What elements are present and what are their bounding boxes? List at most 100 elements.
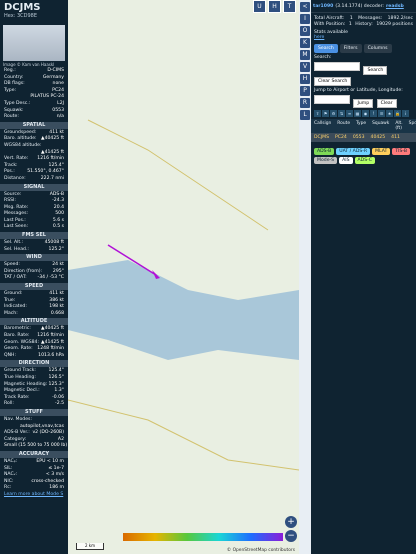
tab-search[interactable]: Search: [314, 44, 338, 53]
section-row-label: QNH:: [4, 352, 17, 358]
section-row: Barometric: ▲40425 ft: [0, 326, 68, 333]
side-button-8[interactable]: R: [300, 98, 310, 108]
field-row: Reg.: D-CIMS: [0, 68, 68, 75]
section-row: Geom. Rate: 1248 ft/min: [0, 346, 68, 353]
side-button-5[interactable]: V: [300, 62, 310, 72]
column-header[interactable]: Spd: [409, 121, 416, 131]
column-header[interactable]: Route: [337, 121, 350, 131]
section-header[interactable]: ALTITUDE: [0, 318, 68, 326]
side-button-3[interactable]: K: [300, 38, 310, 48]
section-row-label: NACₚ:: [4, 458, 18, 464]
map-canvas[interactable]: U H T + − 2 km © OpenStreetMap contribut…: [68, 0, 299, 554]
icon-toolbar: ⇪ ⚑ ⚙ ⇅ ≡ ▦ ◉! ☰ ★ 🔒 i: [311, 108, 416, 119]
section-header[interactable]: SPATIAL: [0, 121, 68, 129]
side-button-0[interactable]: <: [300, 2, 310, 12]
map-svg[interactable]: [68, 0, 299, 554]
section-row-value: v2 (DO-260B): [32, 430, 64, 436]
star-icon[interactable]: ★: [386, 110, 393, 117]
altitude-color-bar: [123, 533, 283, 541]
section-header[interactable]: FMS SEL: [0, 232, 68, 240]
source-legend: ADS-B UAT / ADS-R MLAT TIS-B Mode-S AIS ADS-C: [314, 148, 413, 164]
legend-item: Mode-S: [314, 157, 338, 164]
filter-icon[interactable]: ⚑: [322, 110, 329, 117]
column-header[interactable]: Type: [356, 121, 366, 131]
lock-icon[interactable]: 🔒: [394, 110, 401, 117]
side-button-1[interactable]: I: [300, 14, 310, 24]
search-button[interactable]: Search: [363, 66, 388, 75]
share-icon[interactable]: ⇪: [314, 110, 321, 117]
sort-icon[interactable]: ⇅: [338, 110, 345, 117]
section-row-label: Sel. Head.:: [4, 246, 29, 252]
mode-s-link[interactable]: Learn more about Mode S: [0, 492, 68, 499]
side-button-6[interactable]: H: [300, 74, 310, 84]
table-row[interactable]: DCJMS PC24 0553 40425 411: [311, 133, 416, 142]
section-row-label: Geom. Rate:: [4, 346, 33, 352]
section-header[interactable]: SIGNAL: [0, 183, 68, 191]
field-value: D-CIMS: [47, 68, 64, 73]
stat-value: 1: [349, 16, 353, 21]
section-row: QNH: 1013.6 hPa: [0, 353, 68, 360]
aircraft-photo[interactable]: [3, 25, 65, 61]
layers-icon[interactable]: ≡: [346, 110, 353, 117]
map-button-h[interactable]: H: [268, 0, 281, 13]
section-row-label: True Heading:: [4, 374, 36, 380]
field-row: Type Desc.: L2J: [0, 101, 68, 108]
section-row-value: ▲40425 ft: [41, 326, 64, 332]
section-row-label: Rc:: [4, 485, 12, 491]
field-value: none: [52, 81, 64, 87]
section-row-label: Ground Track:: [4, 368, 36, 374]
settings-icon[interactable]: ⚙: [330, 110, 337, 117]
clear-button[interactable]: Clear: [376, 99, 397, 108]
jump-button[interactable]: Jump: [353, 99, 374, 108]
info-icon[interactable]: i: [402, 110, 409, 117]
section-row-value: 222.7 nmi: [40, 175, 64, 181]
tab-columns[interactable]: Columns: [363, 44, 392, 53]
map-button-t[interactable]: T: [283, 0, 296, 13]
zoom-in-button[interactable]: +: [285, 516, 297, 528]
section-row-value: 1216 ft/min: [37, 156, 64, 162]
aircraft-hex: Hex: 3CD98E: [4, 13, 38, 19]
zoom-out-button[interactable]: −: [285, 530, 297, 542]
map-button-u[interactable]: U: [253, 0, 266, 13]
app-name[interactable]: tar1090: [313, 4, 333, 9]
stats-link[interactable]: here: [314, 35, 324, 40]
jump-input[interactable]: [314, 95, 350, 104]
version: (3.14.1774) decoder:: [335, 3, 384, 9]
section-header[interactable]: ACCURACY: [0, 450, 68, 458]
side-button-2[interactable]: O: [300, 26, 310, 36]
globe-icon[interactable]: ◉: [362, 110, 369, 117]
field-label: Reg.:: [4, 68, 16, 73]
column-header[interactable]: Alt. (ft): [395, 121, 402, 131]
alert-icon[interactable]: !: [370, 110, 377, 117]
legend-item: MLAT: [372, 148, 391, 155]
side-button-9[interactable]: L: [300, 110, 310, 120]
section-row: Sel. Head.: 125.2°: [0, 247, 68, 254]
section-row: NACᵥ: < 3 m/s: [0, 472, 68, 479]
section-header[interactable]: SPEED: [0, 283, 68, 291]
search-label: Search:: [314, 55, 332, 60]
map-top-buttons: U H T: [253, 0, 296, 13]
search-input[interactable]: [314, 62, 360, 71]
map-icon[interactable]: ▦: [354, 110, 361, 117]
section-header[interactable]: WIND: [0, 254, 68, 262]
column-header[interactable]: Callsign: [314, 121, 331, 131]
field-label: Type Desc.:: [4, 100, 31, 106]
field-value: L2J: [57, 100, 64, 106]
row-alt: 40425: [370, 135, 386, 140]
decoder-link[interactable]: readsb: [386, 4, 404, 9]
list-icon[interactable]: ☰: [378, 110, 385, 117]
side-button-4[interactable]: M: [300, 50, 310, 60]
side-button-7[interactable]: P: [300, 86, 310, 96]
section-header[interactable]: STUFF: [0, 408, 68, 416]
section-row-value: 51.550°, 0.467°: [27, 169, 64, 175]
tab-filters[interactable]: Filters: [339, 44, 362, 53]
section-row-value: -34 / -53 °C: [37, 275, 64, 281]
section-row-value: 500: [55, 211, 64, 217]
section-row: Magnetic Decl.: 1.3°: [0, 388, 68, 395]
section-header[interactable]: DIRECTION: [0, 360, 68, 368]
section-row-value: 1.3°: [54, 388, 64, 394]
section-row: Nav. Modes:: [0, 417, 68, 424]
clear-search-button[interactable]: Clear Search: [314, 77, 352, 86]
section-row-value: 1013.6 hPa: [38, 352, 64, 358]
column-header[interactable]: Squawk: [372, 121, 389, 131]
